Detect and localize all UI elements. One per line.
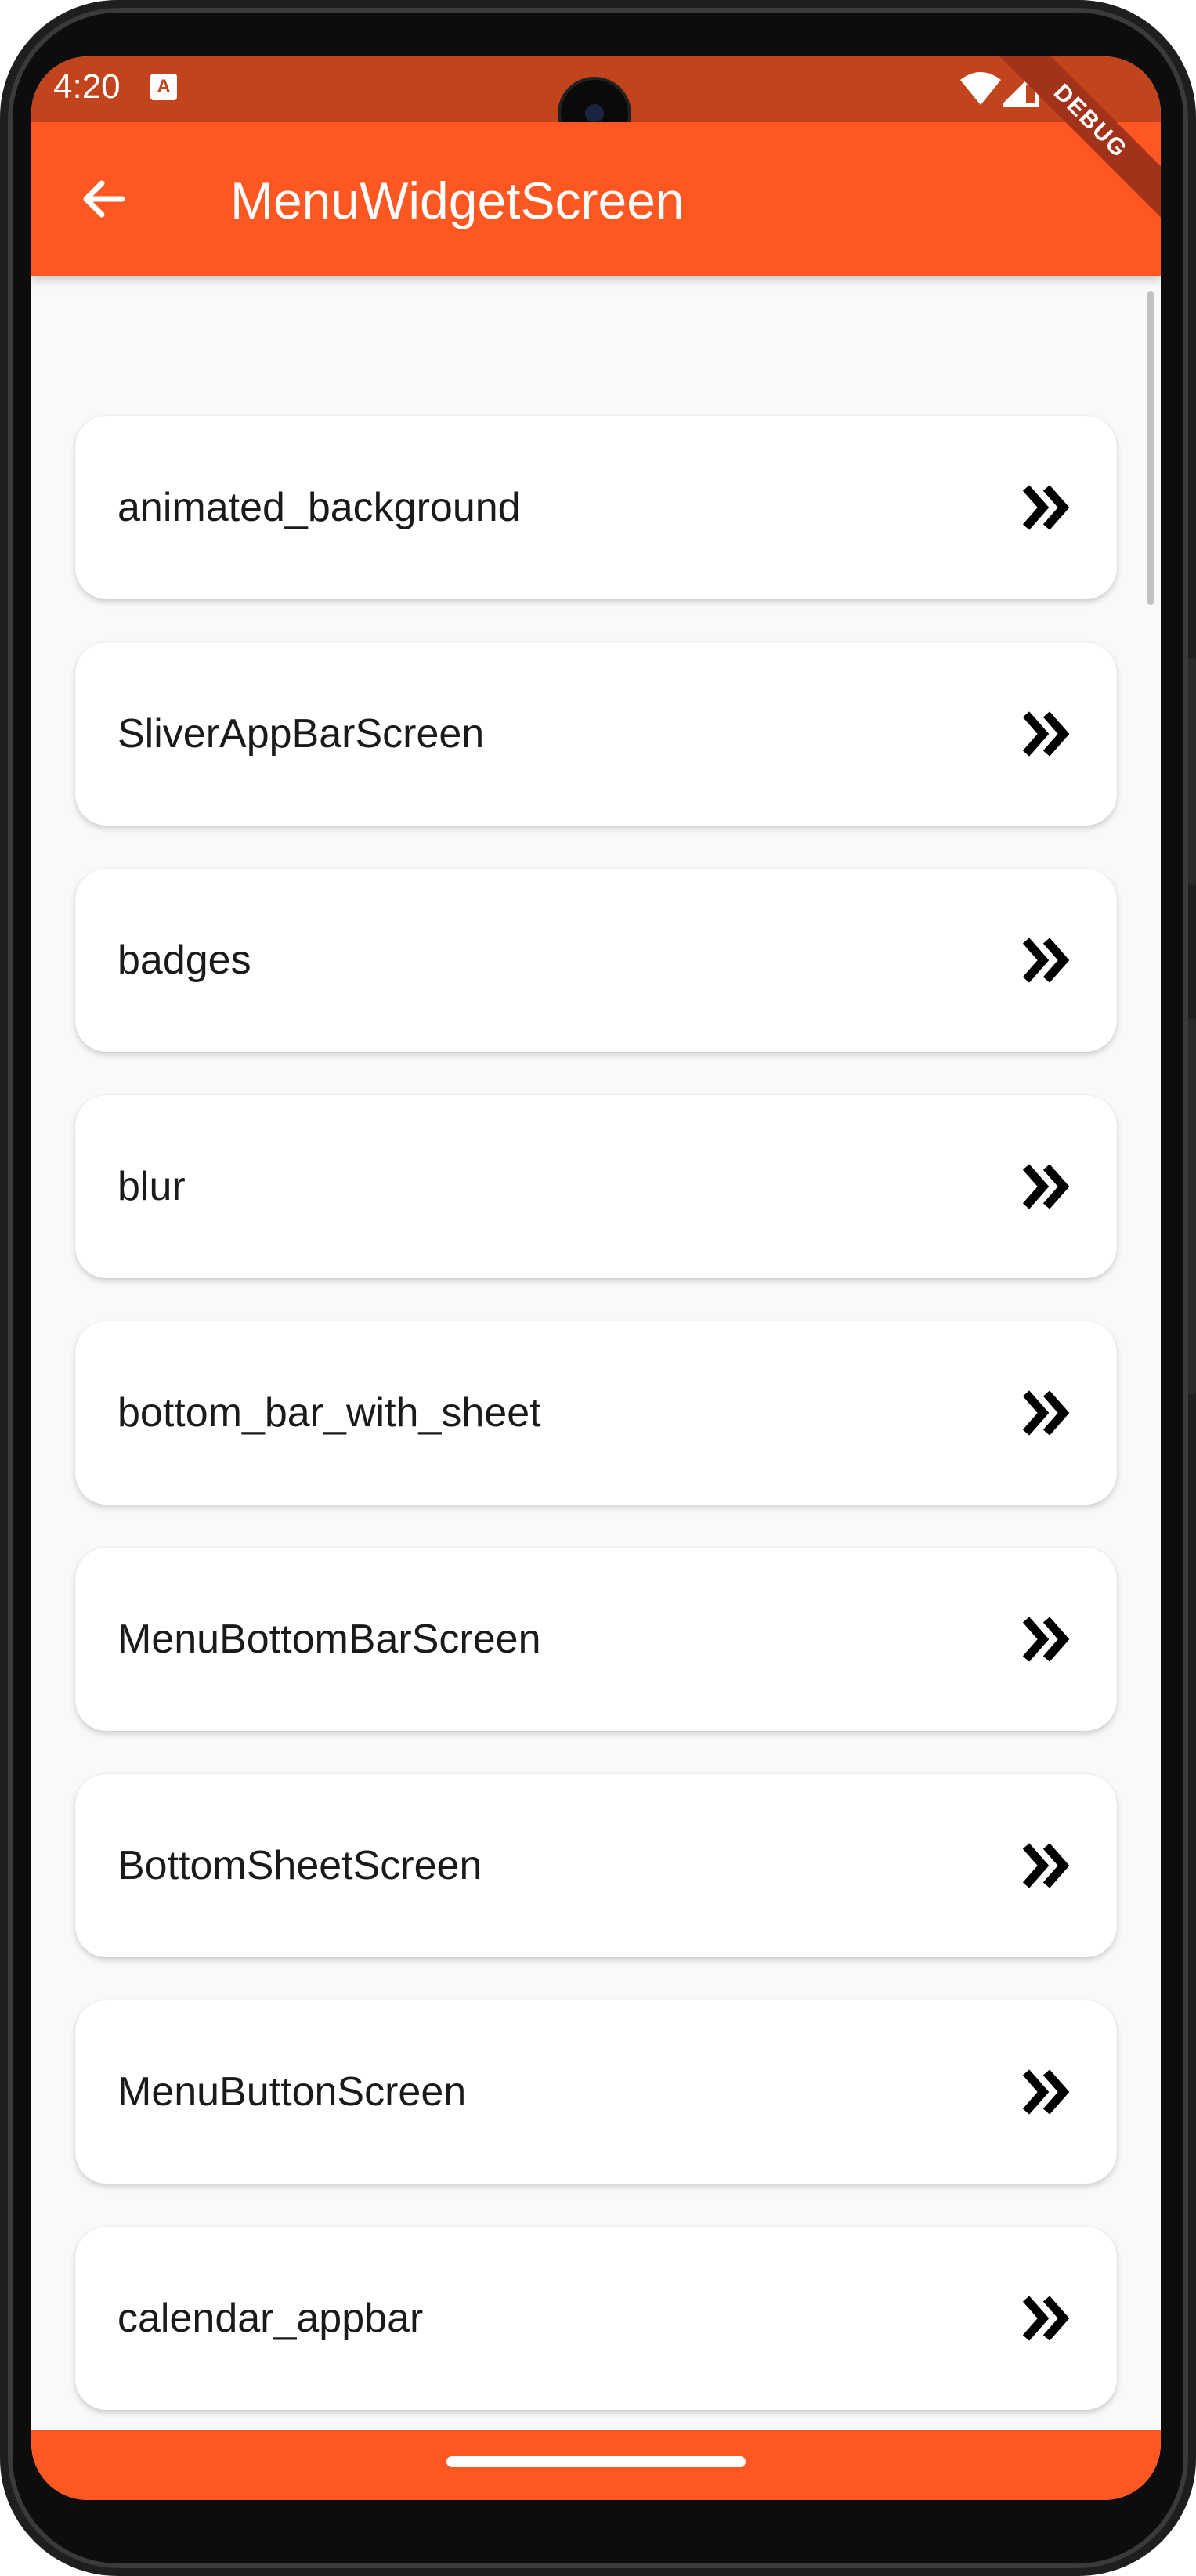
menu-item-animated-background[interactable]: animated_background	[75, 416, 1117, 599]
arrow-left-icon[interactable]	[78, 174, 128, 224]
menu-item-sliver-app-bar[interactable]: SliverAppBarScreen	[75, 642, 1117, 826]
scrollbar[interactable]	[1147, 291, 1154, 605]
menu-item-label: bottom_bar_with_sheet	[117, 1390, 541, 1436]
menu-item-badges[interactable]: badges	[75, 869, 1117, 1052]
volume-button	[1188, 1018, 1196, 1394]
double-chevron-right-icon	[1022, 485, 1070, 530]
page-title: MenuWidgetScreen	[230, 172, 685, 229]
menu-item-label: BottomSheetScreen	[117, 1843, 482, 1888]
menu-item-label: badges	[117, 938, 251, 983]
app-bar: MenuWidgetScreen	[31, 122, 1161, 276]
device-screen: 4:20 A DEBUG MenuWidgetScreen animated_b…	[31, 56, 1161, 2500]
system-navigation-bar	[31, 2430, 1161, 2500]
double-chevron-right-icon	[1022, 711, 1070, 757]
power-button	[1188, 658, 1196, 885]
menu-item-menu-bottom-bar[interactable]: MenuBottomBarScreen	[75, 1548, 1117, 1731]
phone-frame: 4:20 A DEBUG MenuWidgetScreen animated_b…	[0, 0, 1196, 2576]
double-chevron-right-icon	[1022, 1164, 1070, 1209]
menu-item-label: animated_background	[117, 485, 521, 530]
menu-item-blur[interactable]: blur	[75, 1095, 1117, 1278]
wifi-icon	[959, 70, 1003, 110]
menu-item-label: SliverAppBarScreen	[117, 711, 485, 757]
home-indicator[interactable]	[446, 2456, 746, 2467]
menu-item-label: MenuBottomBarScreen	[117, 1617, 541, 1662]
menu-item-menu-button[interactable]: MenuButtonScreen	[75, 2000, 1117, 2184]
double-chevron-right-icon	[1022, 1617, 1070, 1662]
menu-item-label: MenuButtonScreen	[117, 2069, 467, 2115]
double-chevron-right-icon	[1022, 2296, 1070, 2341]
menu-list[interactable]: animated_background SliverAppBarScreen b…	[31, 276, 1161, 2430]
double-chevron-right-icon	[1022, 938, 1070, 983]
double-chevron-right-icon	[1022, 1843, 1070, 1888]
double-chevron-right-icon	[1022, 1390, 1070, 1436]
notification-icon: A	[150, 74, 177, 100]
menu-item-label: calendar_appbar	[117, 2296, 424, 2341]
menu-item-calendar-appbar[interactable]: calendar_appbar	[75, 2227, 1117, 2410]
menu-item-label: blur	[117, 1164, 186, 1209]
menu-item-bottom-sheet[interactable]: BottomSheetScreen	[75, 1774, 1117, 1957]
double-chevron-right-icon	[1022, 2069, 1070, 2115]
status-time: 4:20	[53, 67, 121, 106]
menu-item-bottom-bar-with-sheet[interactable]: bottom_bar_with_sheet	[75, 1321, 1117, 1505]
